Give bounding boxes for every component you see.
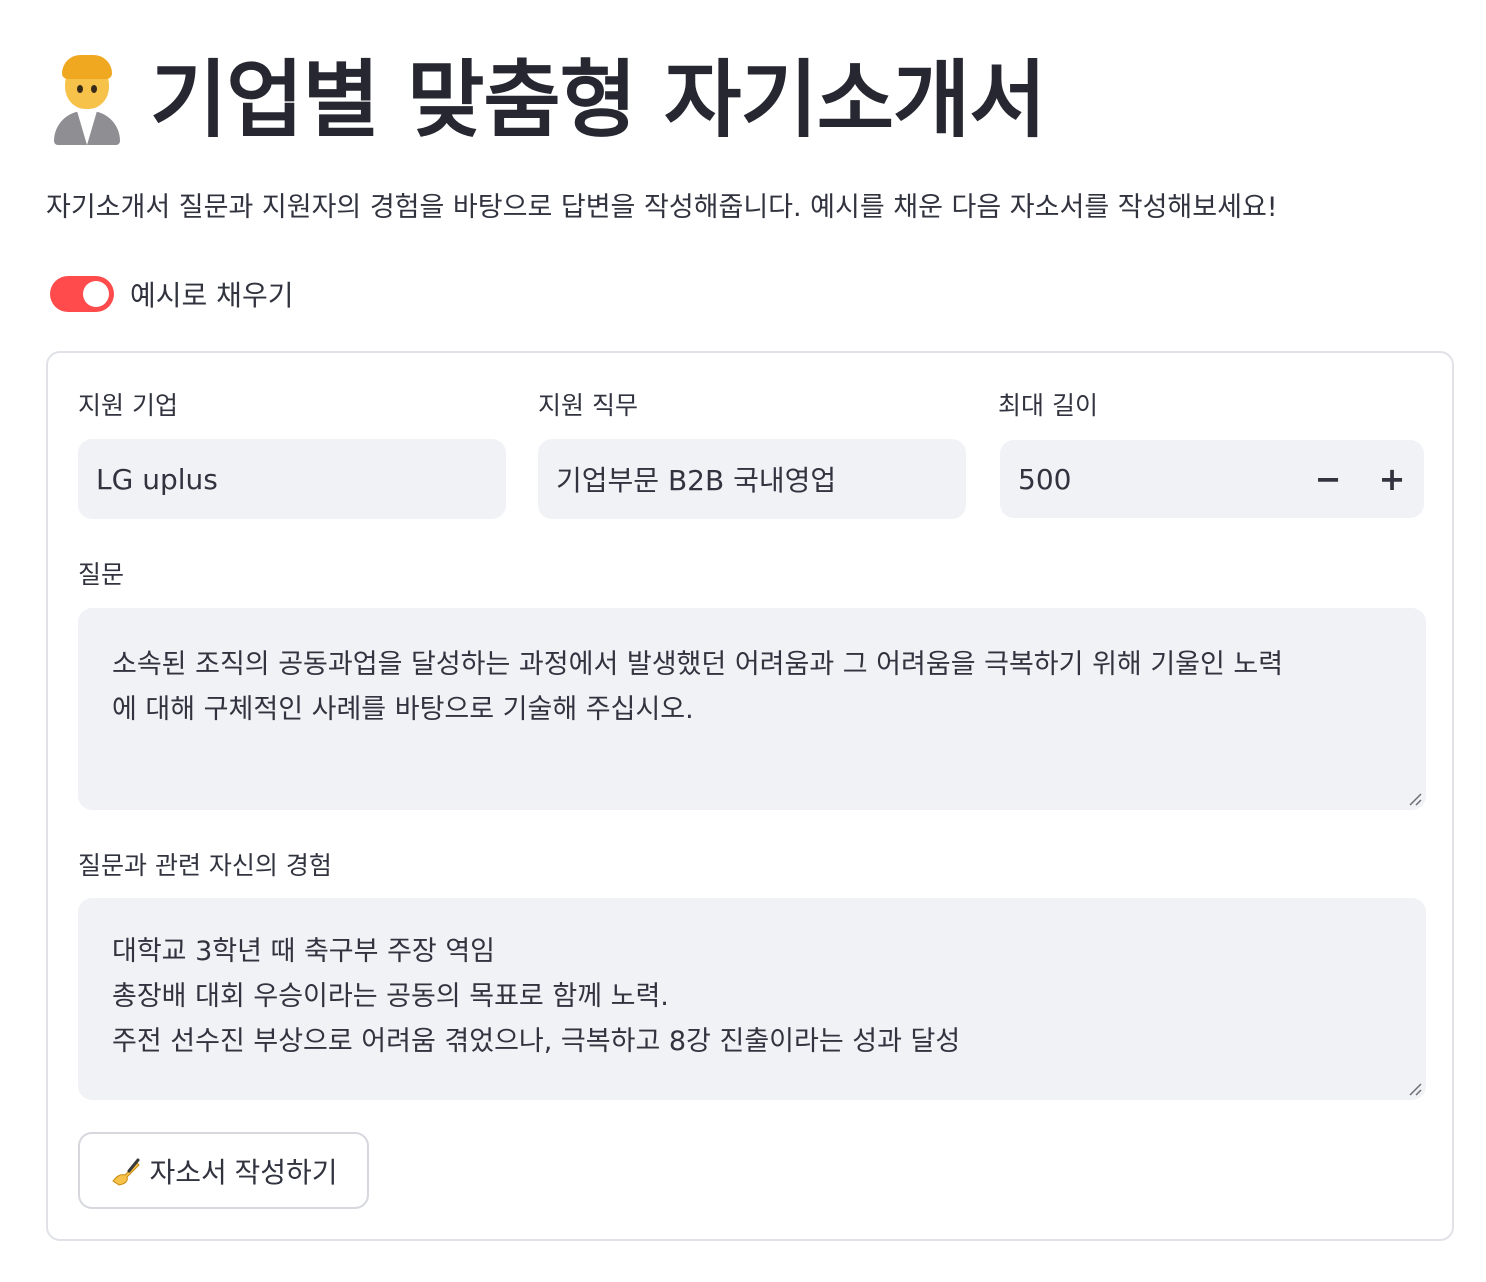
experience-label: 질문과 관련 자신의 경험 [78, 851, 332, 880]
app-page: 기업별 맞춤형 자기소개서 자기소개서 질문과 지원자의 경험을 바탕으로 답변… [0, 0, 1486, 1282]
question-line: 소속된 조직의 공동과업을 달성하는 과정에서 발생했던 어려움과 그 어려움을… [112, 649, 1284, 680]
question-line: 에 대해 구체적인 사례를 바탕으로 기술해 주십시오. [112, 694, 694, 725]
decrement-button[interactable]: − [1298, 440, 1358, 518]
position-input-value: 기업부문 B2B 국내영업 [556, 464, 837, 497]
position-input[interactable]: 기업부문 B2B 국내영업 [538, 439, 966, 519]
experience-line: 총장배 대회 우승이라는 공동의 목표로 함께 노력. [112, 981, 669, 1012]
company-input[interactable]: LG uplus [78, 439, 506, 519]
experience-line: 대학교 3학년 때 축구부 주장 역임 [112, 936, 496, 967]
resize-handle-icon[interactable] [1406, 790, 1422, 806]
plus-icon: + [1378, 460, 1406, 498]
increment-button[interactable]: + [1362, 440, 1422, 518]
writing-hand-icon [109, 1155, 141, 1187]
toggle-label: 예시로 채우기 [130, 279, 294, 312]
company-label: 지원 기업 [78, 391, 178, 420]
max-length-label: 최대 길이 [998, 391, 1098, 420]
page-subtitle: 자기소개서 질문과 지원자의 경험을 바탕으로 답변을 작성해줍니다. 예시를 … [46, 192, 1278, 223]
page-title: 기업별 맞춤형 자기소개서 [150, 51, 1047, 149]
office-worker-icon [50, 55, 124, 145]
experience-textarea[interactable]: 대학교 3학년 때 축구부 주장 역임 총장배 대회 우승이라는 공동의 목표로… [78, 898, 1426, 1100]
max-length-value: 500 [1018, 462, 1072, 496]
max-length-input[interactable]: 500 − + [1000, 440, 1424, 518]
experience-line: 주전 선수진 부상으로 어려움 겪었으나, 극복하고 8강 진출이라는 성과 달… [112, 1026, 961, 1057]
example-fill-toggle[interactable]: 예시로 채우기 [50, 274, 293, 314]
toggle-knob [83, 281, 109, 307]
company-input-value: LG uplus [96, 462, 218, 496]
title-row: 기업별 맞춤형 자기소개서 [50, 50, 1047, 150]
minus-icon: − [1314, 460, 1342, 498]
write-cover-letter-button[interactable]: 자소서 작성하기 [78, 1132, 369, 1209]
question-textarea[interactable]: 소속된 조직의 공동과업을 달성하는 과정에서 발생했던 어려움과 그 어려움을… [78, 608, 1426, 810]
position-label: 지원 직무 [538, 391, 638, 420]
toggle-switch[interactable] [50, 276, 114, 312]
submit-button-label: 자소서 작성하기 [149, 1156, 338, 1188]
question-label: 질문 [78, 560, 125, 589]
resize-handle-icon[interactable] [1406, 1080, 1422, 1096]
